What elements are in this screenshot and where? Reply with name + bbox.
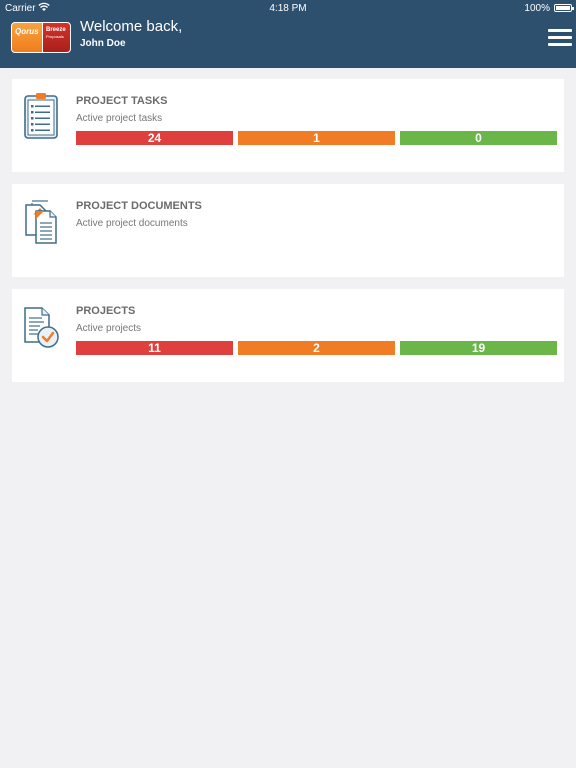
status-bar: Carrier 4:18 PM 100%: [0, 0, 576, 16]
count-green[interactable]: 19: [400, 341, 557, 355]
card-project-documents[interactable]: PROJECT DOCUMENTS Active project documen…: [12, 184, 564, 277]
count-red[interactable]: 24: [76, 131, 233, 145]
card-subtitle: Active project tasks: [76, 113, 163, 124]
battery-icon: [554, 4, 574, 12]
card-project-tasks[interactable]: PROJECT TASKS Active project tasks 24 1 …: [12, 79, 564, 172]
card-title: PROJECTS: [76, 305, 136, 317]
documents-icon: [25, 200, 57, 244]
count-orange[interactable]: 2: [238, 341, 395, 355]
hamburger-menu-icon[interactable]: [548, 29, 572, 47]
card-title: PROJECT DOCUMENTS: [76, 200, 202, 212]
document-check-icon: [24, 307, 59, 348]
count-red[interactable]: 11: [76, 341, 233, 355]
card-subtitle: Active project documents: [76, 218, 188, 229]
count-orange[interactable]: 1: [238, 131, 395, 145]
user-name: John Doe: [80, 38, 126, 49]
card-title: PROJECT TASKS: [76, 95, 168, 107]
logo-breeze: Breeze Proposals: [42, 22, 71, 53]
count-green[interactable]: 0: [400, 131, 557, 145]
app-logo: Qorus Breeze Proposals: [11, 22, 71, 53]
app-header: Carrier 4:18 PM 100% Qorus Breeze Propos…: [0, 0, 576, 68]
welcome-text: Welcome back,: [80, 18, 183, 35]
card-projects[interactable]: PROJECTS Active projects 11 2 19: [12, 289, 564, 382]
clock: 4:18 PM: [269, 3, 307, 14]
logo-qorus: Qorus: [11, 22, 44, 53]
clipboard-list-icon: [24, 93, 58, 139]
card-subtitle: Active projects: [76, 323, 142, 334]
battery-percent: 100%: [524, 3, 550, 14]
